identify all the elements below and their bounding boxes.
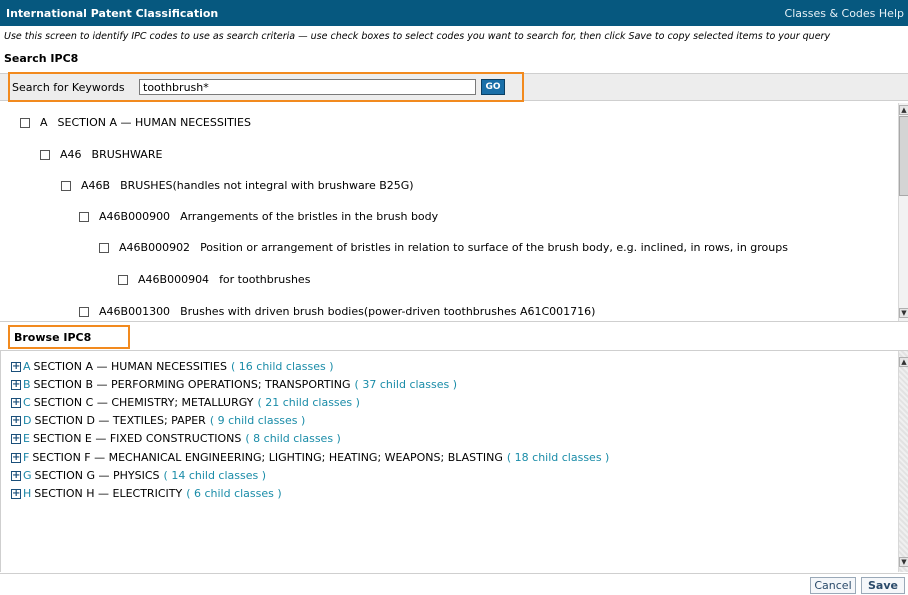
section-title: SECTION G — PHYSICS: [34, 469, 160, 482]
result-row: A46B000904 for toothbrushes: [118, 273, 310, 286]
browse-highlight-box: [8, 325, 130, 349]
browse-section-row[interactable]: + F SECTION F — MECHANICAL ENGINEERING; …: [11, 451, 609, 464]
result-row: A46B001300 Brushes with driven brush bod…: [79, 305, 595, 318]
result-code: A46B: [81, 179, 111, 192]
cancel-button[interactable]: Cancel: [810, 577, 856, 594]
browse-scrollbar[interactable]: ▲ ▼: [898, 351, 908, 572]
result-checkbox[interactable]: [99, 242, 109, 253]
result-checkbox[interactable]: [61, 180, 71, 191]
child-count-link[interactable]: ( 37 child classes ): [355, 378, 458, 391]
result-text: BRUSHES(handles not integral with brushw…: [120, 179, 414, 192]
section-title: SECTION A — HUMAN NECESSITIES: [33, 360, 227, 373]
child-count-link[interactable]: ( 8 child classes ): [245, 432, 341, 445]
browse-section-row[interactable]: + A SECTION A — HUMAN NECESSITIES ( 16 c…: [11, 360, 334, 373]
result-row: A46B000900 Arrangements of the bristles …: [79, 210, 438, 223]
section-title: SECTION E — FIXED CONSTRUCTIONS: [32, 432, 242, 445]
child-count-link[interactable]: ( 21 child classes ): [257, 396, 360, 409]
result-text: SECTION A — HUMAN NECESSITIES: [57, 116, 251, 129]
scroll-down-arrow-icon[interactable]: ▼: [899, 308, 908, 318]
child-count-link[interactable]: ( 18 child classes ): [507, 451, 610, 464]
scroll-down-arrow-icon[interactable]: ▼: [899, 557, 908, 567]
expand-plus-icon[interactable]: +: [11, 361, 21, 372]
section-letter: F: [23, 451, 30, 464]
expand-plus-icon[interactable]: +: [11, 452, 21, 463]
result-code: A46: [60, 148, 82, 161]
expand-plus-icon[interactable]: +: [11, 433, 21, 444]
result-code: A: [40, 116, 48, 129]
result-checkbox[interactable]: [79, 211, 89, 222]
result-checkbox[interactable]: [79, 306, 89, 317]
result-row: A46B BRUSHES(handles not integral with b…: [61, 179, 414, 192]
result-text: Arrangements of the bristles in the brus…: [180, 210, 439, 223]
result-checkbox[interactable]: [20, 117, 30, 128]
result-checkbox[interactable]: [40, 149, 50, 160]
section-letter: D: [23, 414, 32, 427]
section-letter: G: [23, 469, 32, 482]
search-highlight-box: [8, 72, 524, 102]
save-button[interactable]: Save: [861, 577, 905, 594]
section-title: SECTION F — MECHANICAL ENGINEERING; LIGH…: [32, 451, 503, 464]
expand-plus-icon[interactable]: +: [11, 415, 21, 426]
section-title: SECTION C — CHEMISTRY; METALLURGY: [33, 396, 254, 409]
browse-section-row[interactable]: + B SECTION B — PERFORMING OPERATIONS; T…: [11, 378, 457, 391]
expand-plus-icon[interactable]: +: [11, 379, 21, 390]
scroll-up-arrow-icon[interactable]: ▲: [899, 105, 908, 115]
result-text: for toothbrushes: [219, 273, 311, 286]
result-row: A46 BRUSHWARE: [40, 148, 162, 161]
browse-section-row[interactable]: + D SECTION D — TEXTILES; PAPER ( 9 chil…: [11, 414, 305, 427]
window-title: International Patent Classification: [6, 6, 219, 20]
search-heading: Search IPC8: [4, 52, 79, 65]
scroll-up-arrow-icon[interactable]: ▲: [899, 357, 908, 367]
child-count-link[interactable]: ( 14 child classes ): [164, 469, 267, 482]
browse-section-row[interactable]: + C SECTION C — CHEMISTRY; METALLURGY ( …: [11, 396, 360, 409]
section-title: SECTION H — ELECTRICITY: [34, 487, 183, 500]
expand-plus-icon[interactable]: +: [11, 488, 21, 499]
expand-plus-icon[interactable]: +: [11, 470, 21, 481]
section-letter: E: [23, 432, 30, 445]
section-letter: B: [23, 378, 31, 391]
scroll-thumb[interactable]: [899, 116, 908, 196]
browse-tree-panel: + A SECTION A — HUMAN NECESSITIES ( 16 c…: [0, 350, 908, 572]
section-letter: H: [23, 487, 32, 500]
result-row: A SECTION A — HUMAN NECESSITIES: [20, 116, 251, 129]
instructions-text: Use this screen to identify IPC codes to…: [4, 31, 831, 42]
section-title: SECTION B — PERFORMING OPERATIONS; TRANS…: [33, 378, 351, 391]
result-row: A46B000902 Position or arrangement of br…: [99, 241, 788, 254]
child-count-link[interactable]: ( 6 child classes ): [186, 487, 282, 500]
browse-section-row[interactable]: + G SECTION G — PHYSICS ( 14 child class…: [11, 469, 266, 482]
results-scrollbar[interactable]: ▲ ▼: [898, 103, 908, 321]
child-count-link[interactable]: ( 16 child classes ): [231, 360, 334, 373]
section-letter: C: [23, 396, 31, 409]
result-code: A46B000900: [99, 210, 171, 223]
expand-plus-icon[interactable]: +: [11, 397, 21, 408]
dialog-footer: Cancel Save: [0, 573, 908, 595]
window-titlebar: International Patent Classification Clas…: [0, 0, 908, 26]
section-title: SECTION D — TEXTILES; PAPER: [34, 414, 206, 427]
search-results-panel: A SECTION A — HUMAN NECESSITIES A46 BRUS…: [0, 103, 908, 322]
help-link[interactable]: Classes & Codes Help: [785, 7, 904, 20]
section-letter: A: [23, 360, 31, 373]
result-code: A46B000902: [119, 241, 191, 254]
child-count-link[interactable]: ( 9 child classes ): [210, 414, 306, 427]
result-code: A46B001300: [99, 305, 171, 318]
result-text: Position or arrangement of bristles in r…: [200, 241, 788, 254]
browse-header: Browse IPC8: [0, 323, 908, 350]
browse-section-row[interactable]: + H SECTION H — ELECTRICITY ( 6 child cl…: [11, 487, 282, 500]
result-text: BRUSHWARE: [91, 148, 163, 161]
result-code: A46B000904: [138, 273, 210, 286]
result-checkbox[interactable]: [118, 274, 128, 285]
result-text: Brushes with driven brush bodies(power-d…: [180, 305, 596, 318]
browse-section-row[interactable]: + E SECTION E — FIXED CONSTRUCTIONS ( 8 …: [11, 432, 341, 445]
